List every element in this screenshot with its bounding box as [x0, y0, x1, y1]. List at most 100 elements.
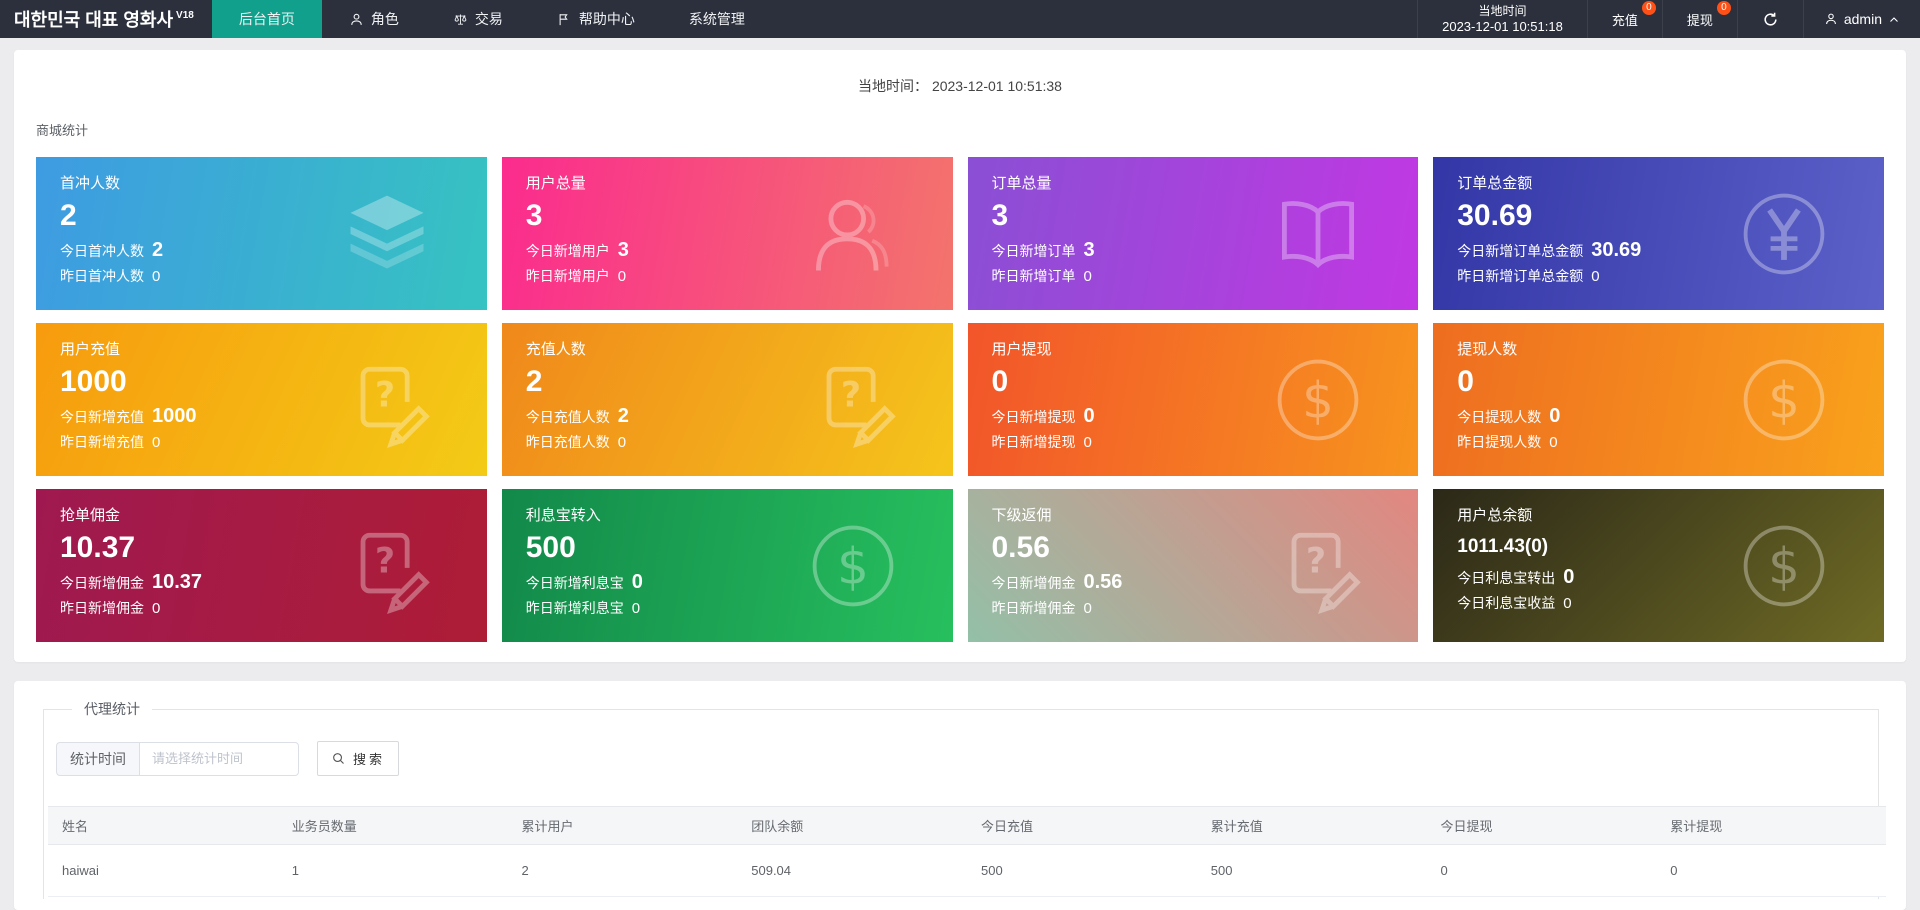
stat-card-yesterday-value: 0 — [1549, 434, 1558, 451]
top-navbar: 대한민국 대표 영화사 V18 后台首页 角色 交易 帮助中心 系统管理 当地时间… — [0, 0, 1920, 38]
agent-panel: 代理统计 统计时间 搜索 姓名业务员数量累计用户团队余额今日充值累计充值今日提现… — [14, 681, 1906, 910]
agent-table-cell: 0 — [1656, 844, 1886, 897]
stat-card-today-value: 2 — [617, 405, 629, 427]
agent-table-row: haiwai 1 2 509.04 500 500 0 0 — [48, 844, 1886, 897]
stat-card-yesterday-value: 0 — [152, 600, 161, 617]
svg-text:?: ? — [375, 541, 395, 581]
user-icon — [349, 12, 364, 27]
stat-card-yesterday-value: 0 — [152, 268, 161, 285]
app-version: V18 — [176, 9, 194, 21]
stat-card: 用户总余额 1011.43(0) 今日利息宝转出 0 今日利息宝收益 0 $ — [1433, 489, 1884, 642]
stat-card-yesterday-label: 今日利息宝收益 — [1457, 595, 1556, 611]
stat-card-today-value: 0 — [631, 571, 643, 593]
navbar-local-time: 当地时间 2023-12-01 10:51:18 — [1417, 0, 1587, 38]
dollar-circle-icon: $ — [1736, 352, 1832, 448]
agent-search-form: 统计时间 搜索 — [56, 741, 1878, 776]
stat-card-yesterday-value: 0 — [1563, 595, 1572, 612]
stat-card-yesterday-label: 昨日充值人数 — [525, 434, 610, 450]
stat-card-yesterday-label: 昨日提现人数 — [1457, 434, 1542, 450]
local-time-label: 当地时间 — [1478, 3, 1527, 18]
stat-card-today-value: 10.37 — [152, 571, 203, 593]
flag-icon — [557, 12, 572, 27]
stats-section-title: 商城统计 — [36, 123, 89, 138]
stat-card-yesterday-label: 昨日新增订单 — [991, 268, 1076, 284]
withdraw-button[interactable]: 提现 0 — [1661, 0, 1737, 38]
stat-card-today-label: 今日首冲人数 — [60, 243, 144, 259]
stat-card-yesterday-label: 昨日新增佣金 — [991, 600, 1076, 616]
doc-question-icon: ? — [1270, 518, 1366, 614]
user-menu[interactable]: admin — [1802, 0, 1920, 38]
stat-card-today-label: 今日新增佣金 — [991, 575, 1076, 591]
svg-text:$: $ — [1302, 371, 1334, 429]
withdraw-badge: 0 — [1716, 1, 1731, 15]
stat-card-yesterday-label: 昨日新增用户 — [525, 268, 610, 284]
agent-table: 姓名 业务员数量 累计用户 团队余额 今日充值 累计充值 今日提现 累计提现 haiwai 1 2… — [48, 806, 1886, 897]
agent-table-cell: 2 — [507, 844, 738, 897]
yen-circle-icon — [1736, 186, 1832, 282]
agent-col-团队余额: 团队余额 — [737, 806, 967, 845]
content-time-value: 2023-12-01 10:51:38 — [931, 78, 1062, 94]
recharge-button[interactable]: 充值 0 — [1586, 0, 1662, 38]
svg-text:$: $ — [1768, 537, 1800, 595]
person-icon — [805, 186, 901, 282]
agent-table-cell: 500 — [967, 844, 1197, 897]
stat-card: 用户提现 0 今日新增提现 0 昨日新增提现 0 $ — [967, 323, 1419, 476]
nav-item-后台首页[interactable]: 后台首页 — [211, 0, 322, 38]
stat-card-today-value: 0.56 — [1083, 571, 1123, 593]
stat-card: 充值人数 2 今日充值人数 2 昨日充值人数 0 ? — [501, 323, 953, 476]
agent-col-今日提现: 今日提现 — [1426, 806, 1657, 845]
recharge-badge: 0 — [1641, 1, 1656, 15]
svg-text:$: $ — [1768, 371, 1800, 429]
agent-fieldset: 代理统计 统计时间 搜索 姓名业务员数量累计用户团队余额今日充值累计充值今日提现… — [43, 699, 1886, 899]
user-name: admin — [1843, 11, 1882, 27]
stat-card-today-label: 今日新增订单 — [991, 243, 1076, 259]
agent-table-body: haiwai 1 2 509.04 500 500 0 0 — [48, 844, 1886, 897]
refresh-button[interactable] — [1736, 0, 1803, 38]
stat-time-label: 统计时间 — [56, 741, 139, 776]
stat-card-today-label: 今日新增用户 — [525, 243, 610, 259]
agent-col-姓名: 姓名 — [48, 806, 278, 845]
stat-card-today-label: 今日新增订单总金额 — [1457, 243, 1584, 259]
local-time-value: 2023-12-01 10:51:18 — [1442, 18, 1563, 34]
agent-table-cell: 0 — [1426, 844, 1657, 897]
nav-item-角色[interactable]: 角色 — [322, 0, 426, 38]
stat-card-yesterday-label: 昨日新增订单总金额 — [1457, 268, 1584, 284]
agent-col-业务员数量: 业务员数量 — [277, 806, 508, 845]
stat-card: 抢单佣金 10.37 今日新增佣金 10.37 昨日新增佣金 0 ? — [36, 489, 487, 642]
stat-card-yesterday-value: 0 — [1083, 600, 1092, 617]
search-icon — [331, 751, 346, 766]
stat-card-yesterday-label: 昨日新增充值 — [60, 434, 144, 450]
stat-card: 首冲人数 2 今日首冲人数 2 昨日首冲人数 0 — [36, 157, 487, 310]
stat-card-today-value: 3 — [617, 239, 629, 261]
agent-col-累计用户: 累计用户 — [507, 806, 738, 845]
nav-item-交易[interactable]: 交易 — [426, 0, 530, 38]
stat-card: 用户充值 1000 今日新增充值 1000 昨日新增充值 0 ? — [36, 323, 487, 476]
stat-card-today-value: 3 — [1083, 239, 1095, 261]
user-icon — [1824, 12, 1838, 26]
nav-item-系统管理[interactable]: 系统管理 — [662, 0, 772, 38]
stat-card-today-value: 0 — [1549, 405, 1561, 427]
stat-card-yesterday-label: 昨日新增利息宝 — [525, 600, 624, 616]
stat-card-today-value: 2 — [152, 239, 164, 261]
dollar-circle-icon: $ — [1270, 352, 1366, 448]
agent-table-header-row: 姓名 业务员数量 累计用户 团队余额 今日充值 累计充值 今日提现 累计提现 — [48, 806, 1886, 845]
nav-item-帮助中心[interactable]: 帮助中心 — [530, 0, 662, 38]
dollar-circle-icon: $ — [1736, 518, 1832, 614]
withdraw-label: 提现 — [1686, 12, 1713, 28]
scales-icon — [453, 12, 468, 27]
stat-card-today-value: 0 — [1563, 566, 1575, 588]
search-button[interactable]: 搜索 — [317, 741, 400, 776]
stat-card-today-label: 今日新增佣金 — [60, 575, 144, 591]
agent-col-累计提现: 累计提现 — [1656, 806, 1886, 845]
book-icon — [1270, 186, 1366, 282]
app-logo: 대한민국 대표 영화사 V18 — [0, 0, 212, 38]
stats-cards-grid: 首冲人数 2 今日首冲人数 2 昨日首冲人数 0 用户总量 3 今日新增用户 3… — [36, 157, 1884, 642]
svg-text:$: $ — [837, 537, 869, 595]
agent-table-cell: 500 — [1196, 844, 1427, 897]
agent-table-cell: 1 — [277, 844, 508, 897]
content-time-label: 当地时间： — [858, 78, 929, 94]
svg-text:?: ? — [841, 375, 861, 415]
stat-card-yesterday-value: 0 — [617, 268, 627, 285]
stat-time-input[interactable] — [139, 741, 299, 776]
agent-col-累计充值: 累计充值 — [1196, 806, 1427, 845]
